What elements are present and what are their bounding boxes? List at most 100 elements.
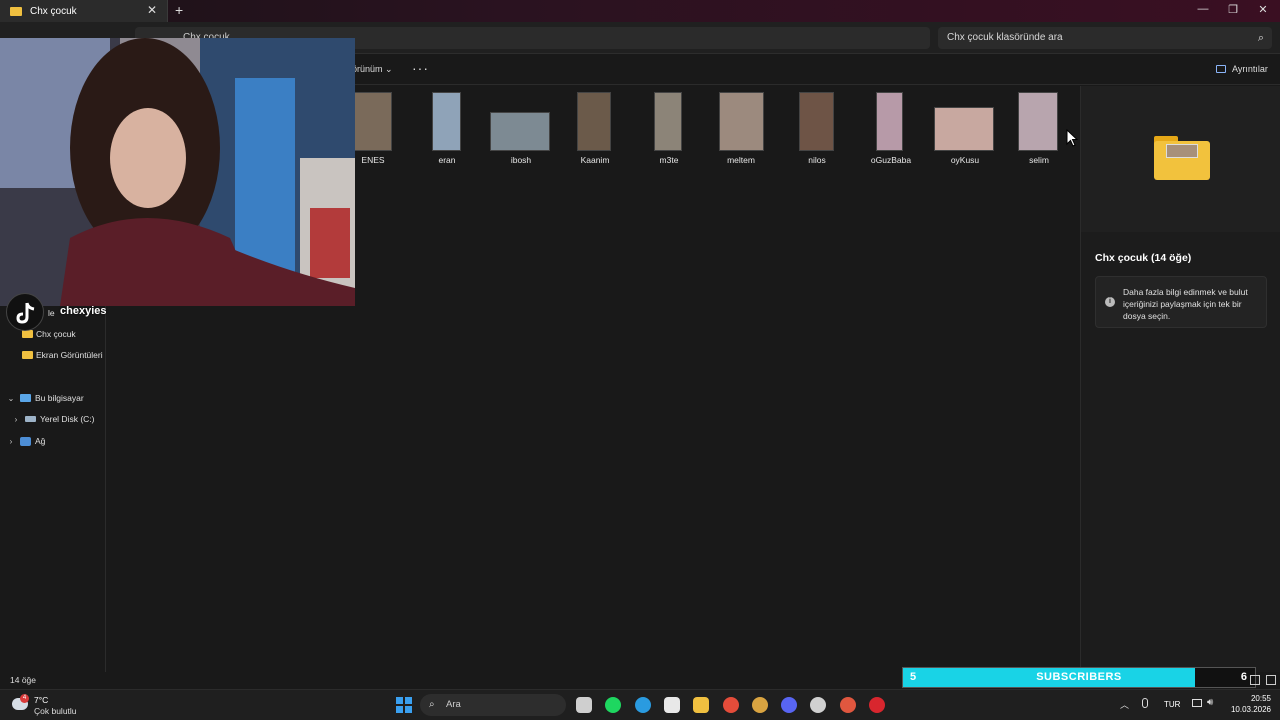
file-name: Kaanim: [580, 155, 610, 165]
restore-icon[interactable]: [1250, 675, 1260, 685]
minimize-button[interactable]: —: [1196, 3, 1210, 15]
info-icon: i: [1105, 297, 1115, 307]
file-name: meltem: [727, 155, 755, 165]
photo-thumbnail: [490, 112, 550, 151]
microphone-icon[interactable]: [1142, 698, 1148, 708]
chevron-down-icon[interactable]: ⌄: [6, 394, 16, 403]
search-input[interactable]: Chx çocuk klasöründe ara ⌕: [938, 27, 1272, 49]
spotify-icon[interactable]: [605, 697, 621, 713]
view-label: örünüm: [352, 64, 383, 74]
new-tab-button[interactable]: +: [175, 2, 183, 18]
subscribers-goal: 6: [1240, 671, 1247, 683]
network-icon: [20, 436, 31, 446]
info-text: Daha fazla bilgi edinmek ve bulut içeriğ…: [1123, 287, 1248, 321]
chrome-icon[interactable]: [723, 697, 739, 713]
nav-item-ag[interactable]: › Ağ: [6, 436, 46, 446]
red-app-icon[interactable]: [869, 697, 885, 713]
nav-item-yerel-disk[interactable]: › Yerel Disk (C:): [11, 414, 95, 424]
clock-date[interactable]: 10.03.2026: [1226, 705, 1271, 714]
file-name: eran: [438, 155, 456, 165]
folder-icon: [22, 351, 33, 359]
nav-item-label: Ekran Görüntüleri: [36, 350, 103, 360]
details-button[interactable]: Ayrıntılar: [1216, 64, 1268, 74]
task-view-icon[interactable]: [576, 697, 592, 713]
language-indicator[interactable]: TUR: [1164, 700, 1180, 709]
info-box: i Daha fazla bilgi edinmek ve bulut içer…: [1095, 276, 1267, 328]
photo-thumbnail: [654, 92, 682, 151]
close-button[interactable]: ✕: [1256, 3, 1270, 16]
clock-time[interactable]: 20:55: [1233, 694, 1271, 703]
chevron-right-icon[interactable]: ›: [11, 415, 21, 424]
photo-thumbnail: [432, 92, 461, 151]
more-options-button[interactable]: ···: [412, 60, 429, 76]
details-label: Ayrıntılar: [1232, 64, 1268, 74]
subscribers-label: SUBSCRIBERS: [1036, 671, 1122, 683]
file-grid: ENES eran ibosh Kaanim m3te meltem nilos…: [340, 86, 1080, 186]
file-name: ibosh: [510, 155, 532, 165]
chrome-alt-icon[interactable]: [840, 697, 856, 713]
chrome-profile-icon[interactable]: [752, 697, 768, 713]
photo-thumbnail: [354, 92, 392, 151]
file-name: oGuzBaba: [870, 155, 912, 165]
nav-item-bu-bilgisayar[interactable]: ⌄ Bu bilgisayar: [6, 393, 84, 403]
network-status-icon[interactable]: [1192, 699, 1202, 707]
taskbar-search[interactable]: ⌕ Ara: [420, 694, 566, 716]
photo-thumbnail: [934, 107, 994, 151]
file-explorer-icon[interactable]: [693, 697, 709, 713]
view-button[interactable]: örünüm ⌄: [352, 64, 393, 75]
nav-item-label: Ağ: [35, 436, 46, 446]
taskbar: 4 7°C Çok bulutlu ⌕ Ara ︿ TUR 🔊︎ 20:55 1…: [0, 689, 1280, 720]
tab-chx-cocuk[interactable]: Chx çocuk ✕: [0, 0, 168, 22]
tab-title: Chx çocuk: [30, 5, 77, 17]
file-name: nilos: [808, 155, 826, 165]
folder-icon: [10, 6, 22, 16]
webcam-image: [0, 38, 355, 306]
details-pane: Chx çocuk (14 öğe) i Daha fazla bilgi ed…: [1080, 86, 1280, 672]
discord-icon[interactable]: [781, 697, 797, 713]
weather-condition: Çok bulutlu: [34, 706, 77, 716]
photo-thumbnail: [799, 92, 834, 151]
weather-temp: 7°C: [34, 695, 49, 705]
subscribers-goal-bar: 5 SUBSCRIBERS 6: [902, 667, 1256, 688]
pc-icon: [20, 394, 31, 402]
nav-item-quick-partial[interactable]: le: [48, 308, 55, 318]
disk-icon: [25, 416, 36, 422]
file-name: selim: [1029, 155, 1049, 165]
search-icon: ⌕: [429, 699, 435, 710]
folder-preview-icon: [1154, 136, 1210, 180]
file-name: oyKusu: [950, 155, 980, 165]
volume-icon[interactable]: 🔊︎: [1207, 697, 1213, 708]
photo-thumbnail: [876, 92, 903, 151]
title-bar: Chx çocuk ✕ + — ❐ ✕: [0, 0, 1280, 22]
search-placeholder: Chx çocuk klasöründe ara: [947, 32, 1063, 43]
tiktok-icon: [6, 293, 44, 331]
tiktok-handle: chexyies: [60, 305, 107, 317]
folder-title: Chx çocuk (14 öğe): [1095, 252, 1192, 264]
window-icon[interactable]: [1266, 675, 1276, 685]
start-button[interactable]: [396, 697, 412, 713]
edge-icon[interactable]: [635, 697, 651, 713]
store-icon[interactable]: [664, 697, 680, 713]
obs-icon[interactable]: [810, 697, 826, 713]
nav-item-label: Bu bilgisayar: [35, 393, 84, 403]
weather-badge: 4: [20, 694, 29, 703]
nav-item-label: Yerel Disk (C:): [40, 414, 95, 424]
taskbar-search-placeholder: Ara: [446, 699, 461, 710]
photo-thumbnail: [577, 92, 611, 151]
maximize-button[interactable]: ❐: [1226, 3, 1240, 16]
webcam-overlay: [0, 38, 355, 306]
chevron-down-icon: ⌄: [385, 64, 393, 74]
item-count: 14 öğe: [10, 675, 36, 685]
preview-area: [1081, 86, 1280, 232]
chevron-right-icon[interactable]: ›: [6, 437, 16, 446]
photo-thumbnail: [719, 92, 764, 151]
tab-close-icon[interactable]: ✕: [147, 3, 157, 17]
nav-item-ekran-goruntuleri[interactable]: Ekran Görüntüleri: [22, 350, 103, 360]
search-icon: ⌕: [1257, 32, 1264, 44]
nav-item-label: le: [48, 308, 55, 318]
photo-thumbnail: [1018, 92, 1058, 151]
mouse-cursor-icon: [1066, 129, 1078, 147]
tray-chevron-up-icon[interactable]: ︿: [1120, 698, 1129, 711]
file-name: m3te: [659, 155, 679, 165]
details-pane-icon: [1216, 65, 1226, 73]
